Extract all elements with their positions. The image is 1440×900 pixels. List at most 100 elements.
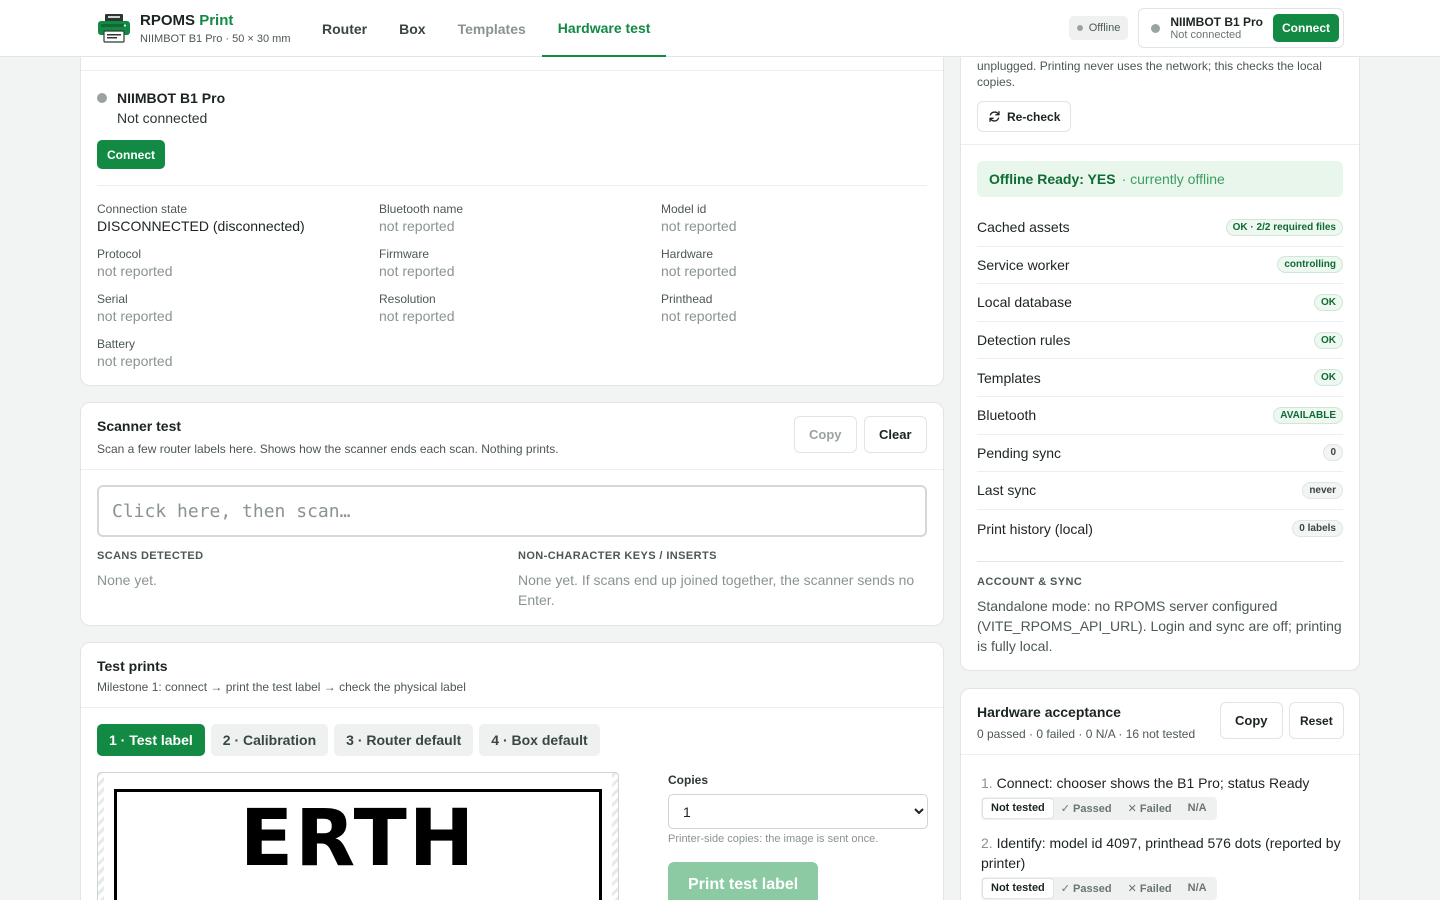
scan-input[interactable] xyxy=(97,485,927,537)
label-paper: ERTH xyxy=(104,773,612,900)
non-character-keys-heading: NON-CHARACTER KEYS / INSERTS xyxy=(518,550,717,562)
main-nav: Router Box Templates Hardware test xyxy=(306,0,667,57)
divider xyxy=(81,469,943,470)
hardware-acceptance-card: Hardware acceptance 0 passed · 0 failed … xyxy=(960,688,1360,900)
recheck-button[interactable]: Re-check xyxy=(977,101,1072,132)
account-sync-heading: ACCOUNT & SYNC xyxy=(977,576,1083,588)
status-na-button[interactable]: N/A xyxy=(1180,799,1215,818)
check-row: Print history (local) 0 labels xyxy=(977,510,1343,548)
field-hardware: Hardware not reported xyxy=(661,247,737,279)
check-row: Detection rules OK xyxy=(977,322,1343,360)
field-printhead: Printhead not reported xyxy=(661,292,737,324)
recheck-label: Re-check xyxy=(1007,109,1061,124)
test-prints-card: Test prints Milestone 1: connect → print… xyxy=(80,642,944,900)
status-badge: OK xyxy=(1314,369,1343,387)
acceptance-item: 1. Connect: chooser shows the B1 Pro; st… xyxy=(981,773,1341,820)
print-test-label-button[interactable]: Print test label xyxy=(668,862,819,900)
copies-select[interactable]: 1 xyxy=(668,794,928,829)
divider xyxy=(961,754,1359,755)
tab-calibration[interactable]: 2 · Calibration xyxy=(210,724,329,756)
header-status: Offline NIIMBOT B1 Pro Not connected Con… xyxy=(1068,8,1344,48)
tab-box-default[interactable]: 4 · Box default xyxy=(479,724,600,756)
status-badge: never xyxy=(1302,481,1343,499)
header-connect-button[interactable]: Connect xyxy=(1273,14,1339,42)
connect-button[interactable]: Connect xyxy=(97,140,165,169)
divider xyxy=(977,561,1343,562)
scans-detected-heading: SCANS DETECTED xyxy=(97,550,204,562)
field-resolution: Resolution not reported xyxy=(379,292,455,324)
scanner-test-card: Scanner test Scan a few router labels he… xyxy=(80,402,944,626)
printer-card: NIIMBOT B1 Pro Not connected Connect Con… xyxy=(80,45,944,386)
check-row: Bluetooth AVAILABLE xyxy=(977,397,1343,435)
tab-hardware-test[interactable]: Hardware test xyxy=(541,0,667,57)
account-sync-text: Standalone mode: no RPOMS server configu… xyxy=(977,598,1342,654)
printer-name: NIIMBOT B1 Pro xyxy=(117,90,226,106)
status-badge: controlling xyxy=(1277,256,1343,274)
header-printer-name: NIIMBOT B1 Pro xyxy=(1170,14,1263,29)
acceptance-item: 2. Identify: model id 4097, printhead 57… xyxy=(981,833,1341,900)
printer-status: NIIMBOT B1 Pro Not connected xyxy=(97,90,225,126)
scanner-clear-button[interactable]: Clear xyxy=(864,416,927,453)
printer-logo-icon xyxy=(98,14,130,43)
check-row: Local database OK xyxy=(977,284,1343,322)
acceptance-copy-button[interactable]: Copy xyxy=(1220,702,1283,739)
acceptance-reset-button[interactable]: Reset xyxy=(1289,702,1344,739)
status-badge: AVAILABLE xyxy=(1273,406,1343,424)
hardware-acceptance-title: Hardware acceptance xyxy=(977,704,1121,720)
top-bar: RPOMS Print NIIMBOT B1 Pro · 50 × 30 mm … xyxy=(0,0,1440,57)
tab-router[interactable]: Router xyxy=(306,0,383,57)
readiness-checks: Cached assets OK · 2/2 required files Ser… xyxy=(977,209,1343,547)
header-printer-state: Not connected xyxy=(1170,28,1242,41)
device-subtitle: NIIMBOT B1 Pro · 50 × 30 mm xyxy=(140,33,291,45)
field-battery: Battery not reported xyxy=(97,337,173,369)
status-failed-button[interactable]: ✕ Failed xyxy=(1120,799,1180,818)
check-row: Templates OK xyxy=(977,359,1343,397)
check-row: Service worker controlling xyxy=(977,247,1343,285)
tab-test-label[interactable]: 1 · Test label xyxy=(97,724,205,756)
status-selector: Not tested ✓ Passed ✕ Failed N/A xyxy=(981,877,1217,900)
status-not-tested-button[interactable]: Not tested xyxy=(983,879,1053,898)
status-badge: OK · 2/2 required files xyxy=(1225,218,1343,236)
check-row: Cached assets OK · 2/2 required files xyxy=(977,209,1343,247)
field-connection-state: Connection state DISCONNECTED (disconnect… xyxy=(97,202,305,234)
field-model-id: Model id not reported xyxy=(661,202,737,234)
status-not-tested-button[interactable]: Not tested xyxy=(983,799,1053,818)
tab-templates[interactable]: Templates xyxy=(442,0,542,57)
status-dot-icon xyxy=(1076,25,1083,31)
scanner-title: Scanner test xyxy=(97,418,182,434)
printer-status-box: NIIMBOT B1 Pro Not connected Connect xyxy=(1138,8,1344,48)
offline-ready-banner: Offline Ready: YES · currently offline xyxy=(977,161,1343,197)
status-badge: 0 xyxy=(1323,444,1343,462)
copies-hint: Printer-side copies: the image is sent o… xyxy=(668,833,879,845)
status-passed-button[interactable]: ✓ Passed xyxy=(1053,879,1120,898)
status-badge: OK xyxy=(1314,293,1343,311)
status-failed-button[interactable]: ✕ Failed xyxy=(1120,879,1180,898)
label-preview: ERTH xyxy=(97,772,619,900)
scans-detected-text: None yet. xyxy=(97,572,157,588)
status-na-button[interactable]: N/A xyxy=(1180,879,1215,898)
offline-label: Offline xyxy=(1088,22,1121,34)
status-badge: 0 labels xyxy=(1292,520,1343,538)
test-prints-title: Test prints xyxy=(97,658,168,674)
label-preview-text: ERTH xyxy=(239,794,477,884)
check-row: Last sync never xyxy=(977,472,1343,510)
offline-ready-status: Offline Ready: YES xyxy=(989,171,1116,187)
app-title: RPOMS Print xyxy=(140,12,234,29)
offline-intro-text: unplugged. Printing never uses the netwo… xyxy=(977,59,1322,89)
field-protocol: Protocol not reported xyxy=(97,247,173,279)
divider xyxy=(97,185,927,186)
tab-router-default[interactable]: 3 · Router default xyxy=(334,724,474,756)
scanner-copy-button[interactable]: Copy xyxy=(794,416,857,453)
status-selector: Not tested ✓ Passed ✕ Failed N/A xyxy=(981,797,1217,820)
offline-badge: Offline xyxy=(1068,16,1129,40)
field-serial: Serial not reported xyxy=(97,292,173,324)
divider xyxy=(81,707,943,708)
test-prints-subtitle: Milestone 1: connect → print the test la… xyxy=(97,680,466,694)
copies-label: Copies xyxy=(668,773,709,787)
status-badge: OK xyxy=(1314,331,1343,349)
status-passed-button[interactable]: ✓ Passed xyxy=(1053,799,1120,818)
printer-state: Not connected xyxy=(117,110,208,126)
scanner-subtitle: Scan a few router labels here. Shows how… xyxy=(97,442,559,456)
tab-box[interactable]: Box xyxy=(383,0,441,57)
test-print-tabs: 1 · Test label 2 · Calibration 3 · Route… xyxy=(97,724,600,756)
